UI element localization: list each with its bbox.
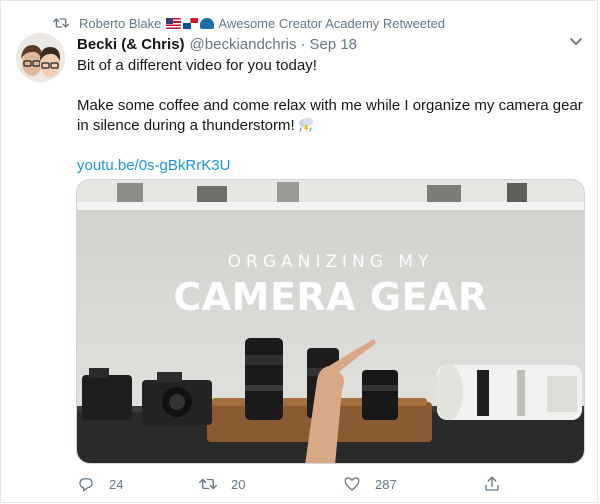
thunderstorm-icon [298,117,313,133]
share-icon [485,476,499,491]
separator: · [300,35,306,53]
tweet-text: Bit of a different video for you today! … [77,56,587,176]
reply-icon [79,478,93,492]
retweeter-name[interactable]: Roberto Blake [79,16,161,31]
like-icon [344,477,360,491]
tweet-line-2: Make some coffee and come relax with me … [77,96,587,136]
flag-us-icon [166,17,182,29]
video-link[interactable]: youtu.be/0s-gBkRrK3U [77,157,230,174]
retweet-icon [53,18,69,28]
cap-icon [200,17,215,29]
overlay-subtitle: ORGANIZING MY [227,252,434,272]
retweet-count: 20 [231,476,246,492]
retweet-button[interactable]: 20 [199,475,245,493]
chevron-down-icon[interactable] [569,37,583,47]
display-name[interactable]: Becki (& Chris) [77,36,185,53]
tweet-actions: 24 20 287 [77,475,507,497]
tweet-header: Becki (& Chris) @beckiandchris · Sep 18 [77,34,357,54]
retweeter-emojis [166,17,215,29]
user-handle[interactable]: @beckiandchris [190,36,297,53]
tweet-date[interactable]: Sep 18 [309,36,357,53]
tweet-line-2-text: Make some coffee and come relax with me … [77,97,583,134]
share-button[interactable] [483,475,515,493]
retweet-suffix: Awesome Creator Academy Retweeted [218,15,446,31]
like-button[interactable]: 287 [343,475,397,493]
reply-count: 24 [109,476,124,492]
like-count: 287 [375,476,397,492]
tweet-line-1: Bit of a different video for you today! [77,57,317,74]
overlay-title: CAMERA GEAR [173,275,488,319]
tweet-card[interactable]: Roberto Blake Awesome Creator Academy Re… [0,0,598,503]
retweet-context: Roberto Blake Awesome Creator Academy Re… [53,14,445,32]
media-image [77,180,584,463]
reply-button[interactable]: 24 [77,475,123,493]
avatar[interactable] [16,33,65,82]
retweet-icon [199,478,217,490]
media-thumbnail[interactable]: ORGANIZING MY CAMERA GEAR [76,179,585,464]
flag-panama-icon [183,17,199,29]
